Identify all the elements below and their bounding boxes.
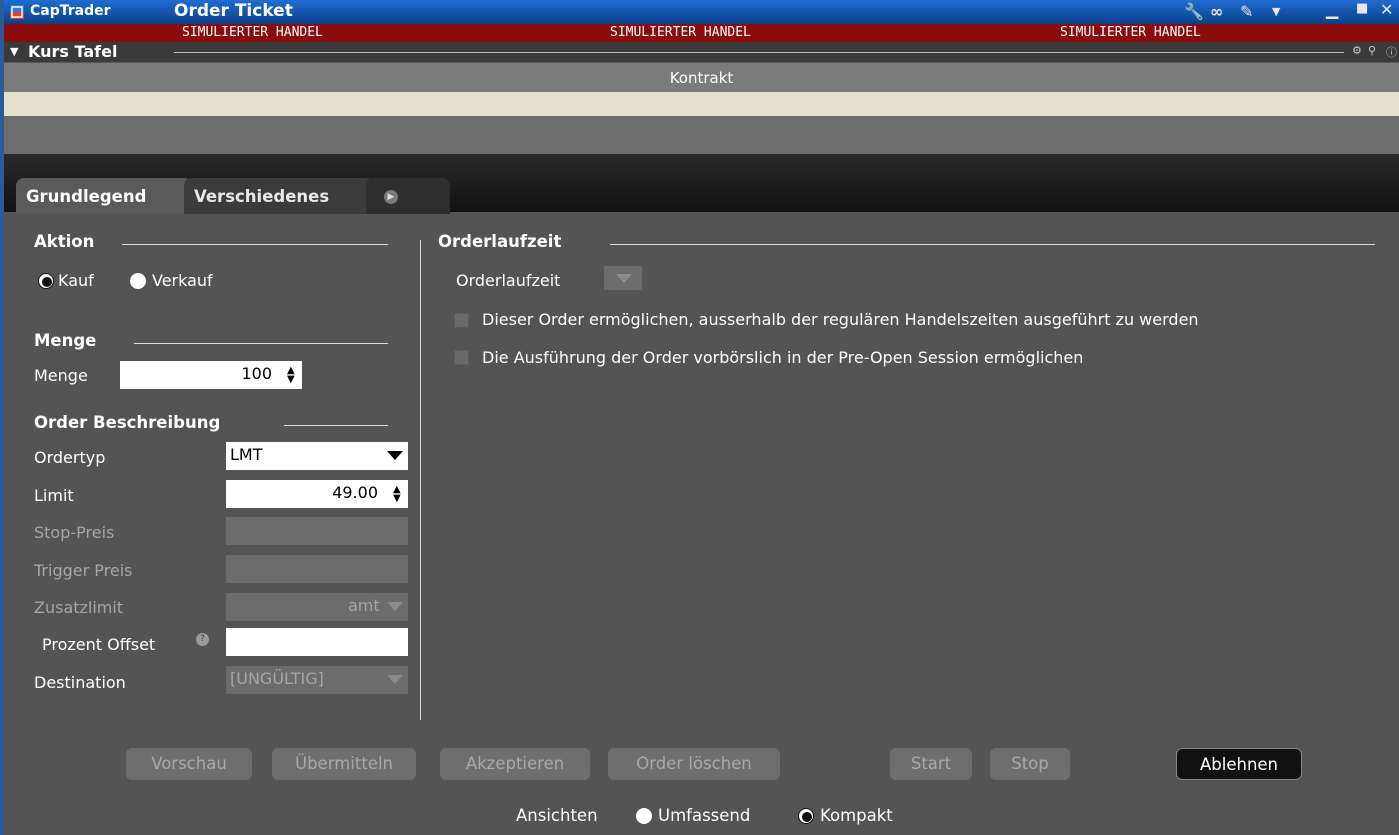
close-icon[interactable]: ✕ bbox=[1380, 0, 1393, 19]
destination-label: Destination bbox=[34, 673, 126, 692]
limit-value: 49.00 bbox=[332, 483, 378, 502]
sell-label: Verkauf bbox=[152, 271, 213, 290]
stop-price-label: Stop-Preis bbox=[34, 523, 115, 542]
panel-divider bbox=[420, 240, 421, 720]
divider bbox=[122, 244, 388, 245]
quantity-input[interactable]: 100 ▲ ▼ bbox=[120, 361, 302, 389]
tif-label: Orderlaufzeit bbox=[456, 271, 561, 290]
contract-column-header[interactable]: Kontrakt bbox=[4, 62, 1399, 93]
stepper-icon[interactable]: ▲ ▼ bbox=[287, 366, 297, 385]
aux-limit-label: Zusatzlimit bbox=[34, 598, 124, 617]
divider bbox=[284, 425, 388, 426]
sell-radio[interactable] bbox=[130, 273, 146, 289]
quote-panel-header[interactable]: ▼ Kurs Tafel ⚙ ⚲ ⓘ bbox=[4, 42, 1399, 62]
transmit-button[interactable]: Übermitteln bbox=[272, 748, 416, 780]
order-type-value: LMT bbox=[230, 445, 263, 464]
window-title: Order Ticket bbox=[174, 1, 293, 21]
tif-select[interactable] bbox=[604, 266, 642, 290]
chevron-down-icon bbox=[387, 675, 403, 684]
outside-rth-label: Dieser Order ermöglichen, ausserhalb der… bbox=[482, 310, 1199, 329]
order-desc-section-title: Order Beschreibung bbox=[34, 413, 221, 432]
views-label: Ansichten bbox=[516, 806, 598, 825]
preopen-checkbox[interactable] bbox=[454, 350, 469, 365]
limit-input[interactable]: 49.00 ▲ ▼ bbox=[226, 480, 408, 508]
divider bbox=[610, 244, 1375, 245]
start-button[interactable]: Start bbox=[890, 748, 972, 780]
accept-button[interactable]: Akzeptieren bbox=[440, 748, 590, 780]
pin-icon[interactable]: ✎ bbox=[1240, 2, 1253, 21]
help-icon[interactable]: ? bbox=[196, 633, 209, 646]
buy-label: Kauf bbox=[58, 271, 94, 290]
maximize-icon[interactable]: ■ bbox=[1356, 1, 1368, 16]
info-icon[interactable]: ⓘ bbox=[1386, 44, 1397, 60]
minimize-icon[interactable]: ▁ bbox=[1326, 0, 1338, 19]
reject-button[interactable]: Ablehnen bbox=[1176, 748, 1302, 780]
chevron-down-icon bbox=[616, 274, 632, 283]
chevron-down-icon bbox=[387, 451, 403, 460]
contract-row bbox=[4, 92, 1399, 154]
aux-limit-select[interactable]: amt bbox=[226, 593, 408, 621]
outside-rth-checkbox[interactable] bbox=[454, 313, 469, 328]
collapse-chevron-icon[interactable]: ▼ bbox=[10, 45, 18, 58]
trigger-price-label: Trigger Preis bbox=[34, 561, 133, 580]
arrow-right-icon: ▶ bbox=[384, 190, 398, 204]
limit-label: Limit bbox=[34, 486, 74, 505]
contract-cell[interactable] bbox=[4, 92, 1399, 116]
quote-panel-title: Kurs Tafel bbox=[28, 42, 118, 61]
app-logo-icon bbox=[10, 5, 24, 19]
app-name: CapTrader bbox=[30, 3, 111, 19]
full-view-label: Umfassend bbox=[658, 806, 751, 825]
divider bbox=[134, 343, 388, 344]
settings-icon[interactable]: ⚙ bbox=[1352, 44, 1362, 57]
divider bbox=[174, 52, 1344, 53]
buy-radio[interactable] bbox=[38, 273, 54, 289]
destination-value: [UNGÜLTIG] bbox=[230, 669, 324, 688]
order-type-label: Ordertyp bbox=[34, 448, 106, 467]
quantity-label: Menge bbox=[34, 366, 88, 385]
link-icon[interactable]: ∞ bbox=[1210, 2, 1223, 21]
percent-offset-input[interactable] bbox=[226, 628, 408, 656]
simulated-trading-banner: SIMULIERTER HANDEL SIMULIERTER HANDEL SI… bbox=[4, 24, 1399, 42]
banner-text-right: SIMULIERTER HANDEL bbox=[1060, 25, 1201, 40]
chevron-down-icon bbox=[387, 602, 403, 611]
stepper-icon[interactable]: ▲ ▼ bbox=[393, 485, 403, 504]
destination-select[interactable]: [UNGÜLTIG] bbox=[226, 666, 408, 694]
quantity-section-title: Menge bbox=[34, 331, 97, 350]
preopen-label: Die Ausführung der Order vorbörslich in … bbox=[482, 348, 1084, 367]
basic-tab-panel bbox=[16, 214, 1399, 835]
order-ticket-window: CapTrader Order Ticket 🔧 ∞ ✎ ▼ ▁ ■ ✕ SIM… bbox=[0, 0, 1399, 835]
aux-limit-value: amt bbox=[348, 596, 380, 615]
tab-more[interactable]: ▶ bbox=[366, 178, 450, 214]
banner-text-left: SIMULIERTER HANDEL bbox=[182, 25, 323, 40]
tif-section-title: Orderlaufzeit bbox=[438, 232, 562, 251]
compact-view-label: Kompakt bbox=[820, 806, 893, 825]
stop-price-input[interactable] bbox=[226, 517, 408, 545]
preview-button[interactable]: Vorschau bbox=[126, 748, 252, 780]
action-section-title: Aktion bbox=[34, 232, 95, 251]
banner-text-mid: SIMULIERTER HANDEL bbox=[610, 25, 751, 40]
percent-offset-label: Prozent Offset bbox=[42, 635, 156, 654]
title-bar[interactable]: CapTrader Order Ticket 🔧 ∞ ✎ ▼ ▁ ■ ✕ bbox=[4, 0, 1399, 24]
trigger-price-input[interactable] bbox=[226, 555, 408, 583]
tab-basic[interactable]: Grundlegend bbox=[16, 178, 192, 214]
tab-misc[interactable]: Verschiedenes bbox=[184, 178, 374, 214]
quantity-value: 100 bbox=[241, 364, 272, 383]
order-type-select[interactable]: LMT bbox=[226, 442, 408, 470]
dropdown-icon[interactable]: ▼ bbox=[1272, 5, 1280, 18]
search-icon[interactable]: ⚲ bbox=[1368, 44, 1376, 57]
compact-view-radio[interactable] bbox=[798, 808, 814, 824]
delete-order-button[interactable]: Order löschen bbox=[608, 748, 780, 780]
wrench-icon[interactable]: 🔧 bbox=[1184, 2, 1204, 21]
full-view-radio[interactable] bbox=[636, 808, 652, 824]
stop-button[interactable]: Stop bbox=[990, 748, 1070, 780]
